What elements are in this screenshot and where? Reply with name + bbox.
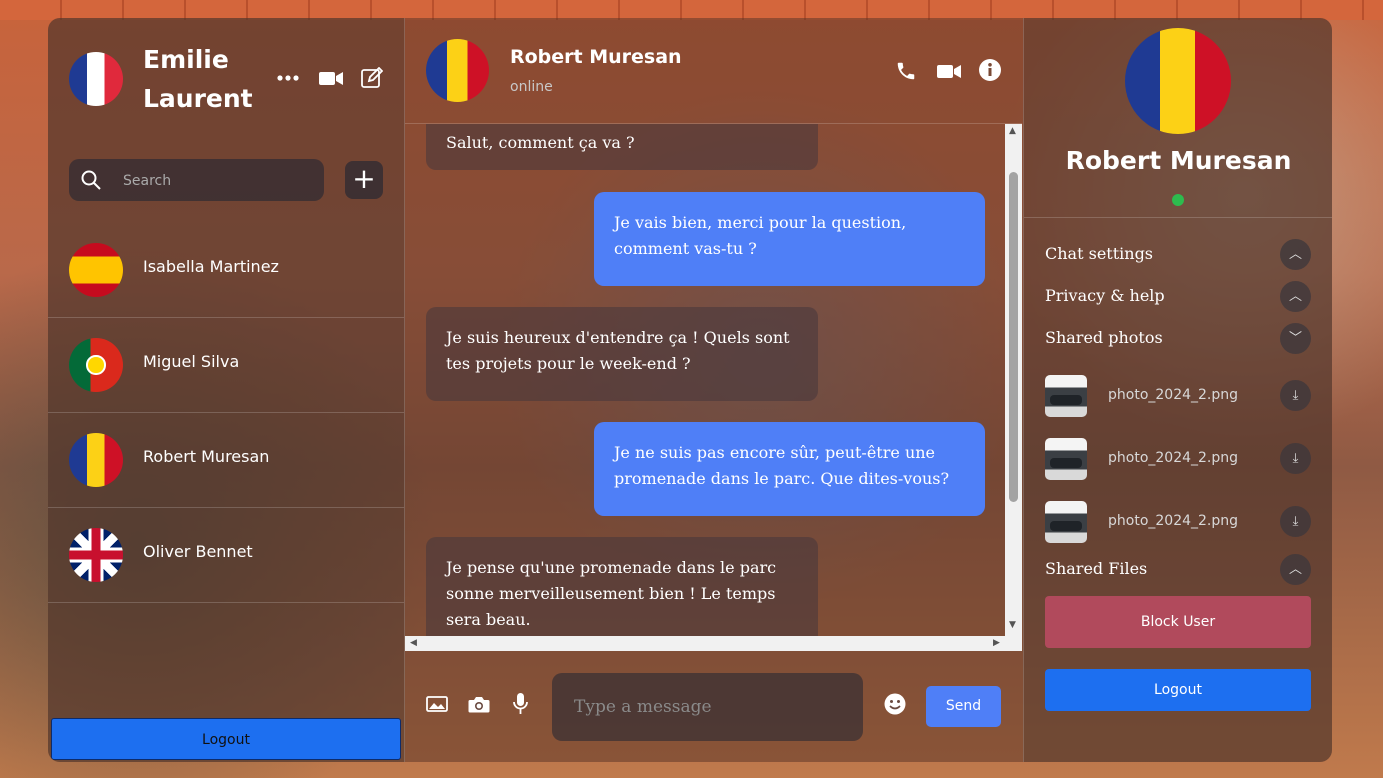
logout-button[interactable]: Logout: [51, 718, 401, 760]
background-wall: [0, 0, 1383, 20]
sent-message: Je vais bien, merci pour la question, co…: [594, 192, 985, 286]
search-box: [69, 159, 324, 203]
france-flag-avatar[interactable]: [69, 52, 123, 106]
chat-settings-label[interactable]: Chat settings: [1045, 244, 1153, 263]
emoji-icon[interactable]: [884, 693, 906, 715]
photo-filename: photo_2024_2.png: [1108, 513, 1239, 529]
chevron-down-icon[interactable]: ﹀: [1280, 323, 1311, 354]
send-button[interactable]: Send: [926, 686, 1001, 727]
photo-thumbnail[interactable]: [1045, 438, 1087, 480]
romania-flag-avatar: [69, 433, 123, 487]
online-status-dot: [1172, 194, 1184, 206]
photo-filename: photo_2024_2.png: [1108, 387, 1239, 403]
chat-app: Emilie Laurent + Isabella Martinez Migue…: [48, 18, 1332, 762]
microphone-icon[interactable]: [513, 693, 528, 715]
profile-panel: Robert Muresan Chat settings ︿ Privacy &…: [1023, 18, 1332, 762]
sent-message: Je ne suis pas encore sûr, peut-être une…: [594, 422, 985, 516]
download-icon[interactable]: ⤓: [1280, 380, 1311, 411]
add-contact-button[interactable]: +: [345, 161, 383, 199]
video-call-icon[interactable]: [937, 64, 961, 79]
uk-flag-avatar: [69, 528, 123, 582]
romania-flag-avatar: [1125, 28, 1231, 134]
portugal-flag-avatar: [69, 338, 123, 392]
contact-name: Oliver Bennet: [143, 542, 253, 561]
download-icon[interactable]: ⤓: [1280, 506, 1311, 537]
current-user-name: Emilie Laurent: [143, 45, 253, 113]
romania-flag-avatar[interactable]: [426, 39, 489, 102]
shared-photos-label[interactable]: Shared photos: [1045, 328, 1163, 347]
contact-item[interactable]: Robert Muresan: [48, 412, 404, 508]
download-icon[interactable]: ⤓: [1280, 443, 1311, 474]
horizontal-scrollbar[interactable]: ◀ ▶: [405, 636, 1022, 651]
message-input[interactable]: [552, 673, 863, 741]
privacy-help-label[interactable]: Privacy & help: [1045, 286, 1165, 305]
chat-panel: Robert Muresan online Salut, comment ça …: [405, 18, 1022, 762]
message-list: Salut, comment ça va ? Je vais bien, mer…: [405, 124, 1005, 636]
info-icon[interactable]: [979, 59, 1001, 81]
received-message: Je pense qu'une promenade dans le parc s…: [426, 537, 818, 636]
camera-icon[interactable]: [468, 696, 490, 713]
chat-status: online: [510, 79, 553, 95]
photo-thumbnail[interactable]: [1045, 375, 1087, 417]
contact-item[interactable]: Oliver Bennet: [48, 507, 404, 603]
chat-header: Robert Muresan online: [405, 18, 1022, 124]
contact-name: Miguel Silva: [143, 352, 240, 371]
contacts-sidebar: Emilie Laurent + Isabella Martinez Migue…: [48, 18, 405, 762]
chat-contact-name: Robert Muresan: [510, 46, 682, 68]
chevron-up-icon[interactable]: ︿: [1280, 554, 1311, 585]
block-user-button[interactable]: Block User: [1045, 596, 1311, 648]
vertical-scrollbar[interactable]: ▲ ▼: [1005, 124, 1022, 636]
photo-filename: photo_2024_2.png: [1108, 450, 1239, 466]
received-message: Salut, comment ça va ?: [426, 124, 818, 170]
shared-files-label[interactable]: Shared Files: [1045, 559, 1147, 578]
video-call-icon[interactable]: [319, 71, 343, 86]
compose-icon[interactable]: [361, 67, 383, 89]
contact-item[interactable]: Isabella Martinez: [48, 222, 404, 318]
profile-name: Robert Muresan: [1065, 146, 1292, 175]
contact-name: Isabella Martinez: [143, 257, 279, 276]
search-input[interactable]: [121, 159, 315, 203]
chevron-up-icon[interactable]: ︿: [1280, 281, 1311, 312]
spain-flag-avatar: [69, 243, 123, 297]
logout-button[interactable]: Logout: [1045, 669, 1311, 711]
photo-thumbnail[interactable]: [1045, 501, 1087, 543]
phone-icon[interactable]: [895, 60, 917, 82]
image-icon[interactable]: [426, 696, 448, 712]
received-message: Je suis heureux d'entendre ça ! Quels so…: [426, 307, 818, 401]
search-icon: [81, 170, 101, 190]
contact-name: Robert Muresan: [143, 447, 270, 466]
contact-item[interactable]: Miguel Silva: [48, 317, 404, 413]
chevron-up-icon[interactable]: ︿: [1280, 239, 1311, 270]
more-icon[interactable]: [277, 73, 299, 83]
